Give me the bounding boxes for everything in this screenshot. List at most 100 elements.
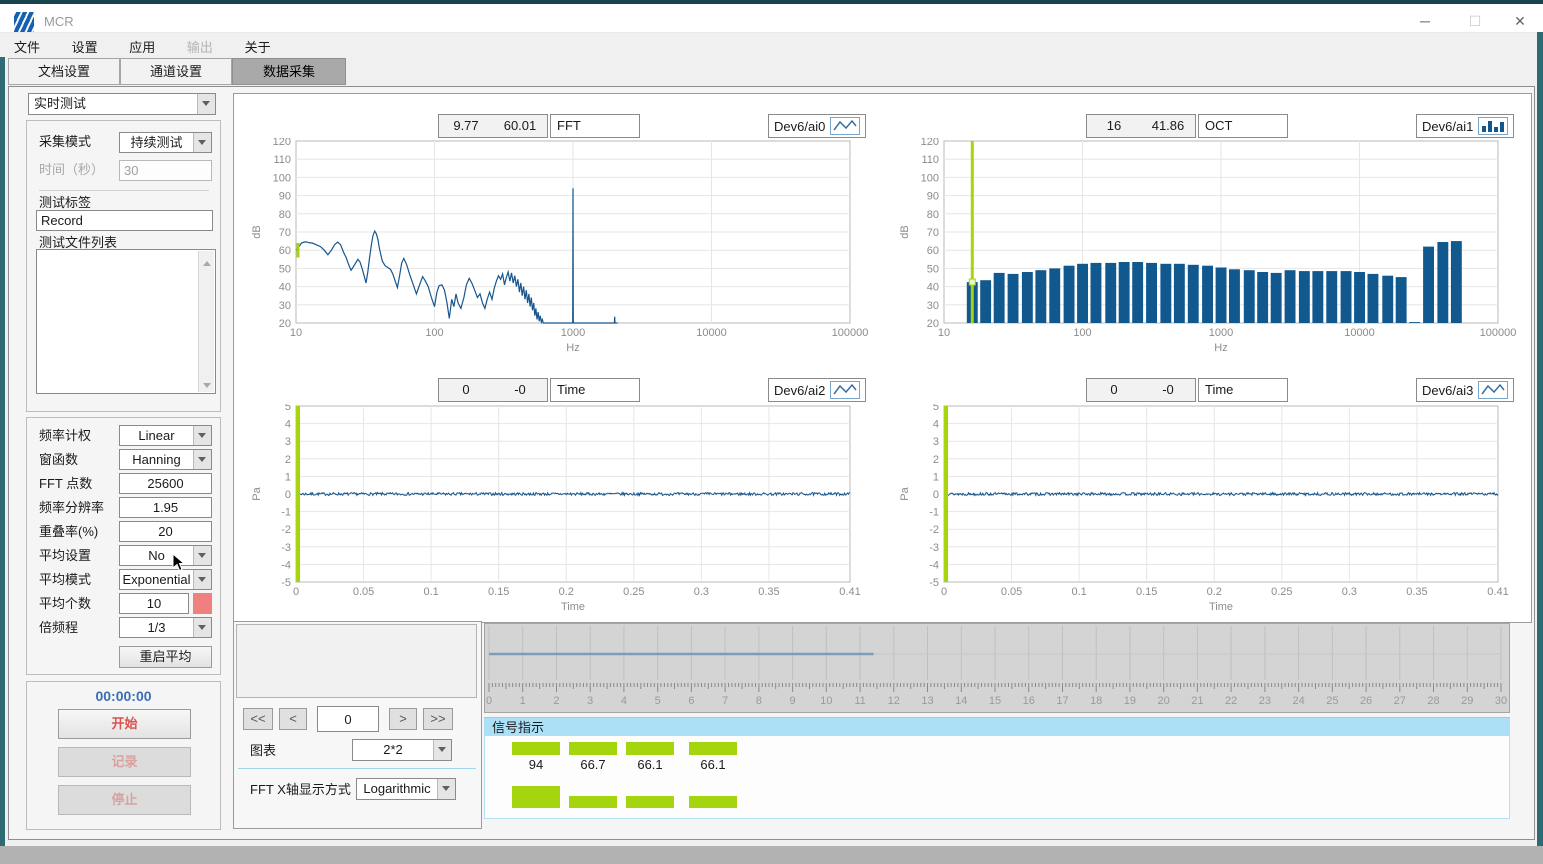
svg-text:80: 80: [927, 209, 939, 221]
svg-text:-5: -5: [929, 577, 939, 589]
timeline-track[interactable]: 0123456789101112131415161718192021222324…: [484, 623, 1510, 713]
charts-panel: 9.77 60.01 FFT Dev6/ai0 2030405060708090…: [233, 93, 1532, 623]
menu-about[interactable]: 关于: [231, 33, 285, 58]
signal-level-bar: [689, 742, 737, 755]
svg-text:-4: -4: [281, 559, 291, 571]
svg-text:15: 15: [989, 695, 1001, 707]
channel-selector[interactable]: Dev6/ai0: [768, 114, 866, 138]
svg-text:-1: -1: [929, 507, 939, 519]
average-count-label: 平均个数: [39, 593, 91, 614]
menu-application[interactable]: 应用: [115, 33, 169, 58]
svg-text:10000: 10000: [1344, 327, 1375, 339]
tab-channel-settings[interactable]: 通道设置: [120, 58, 232, 85]
signal-indicator-body: 94 66.7 66.1 66.1: [484, 736, 1510, 819]
window-border-right: [1537, 32, 1543, 846]
tab-document-settings[interactable]: 文档设置: [8, 58, 120, 85]
chevron-down-icon: [433, 740, 451, 760]
svg-text:1000: 1000: [561, 327, 585, 339]
svg-text:18: 18: [1090, 695, 1102, 707]
chart-type-field[interactable]: Time: [550, 378, 640, 402]
svg-text:10: 10: [938, 327, 950, 339]
svg-text:11: 11: [854, 695, 865, 707]
svg-text:2: 2: [285, 454, 291, 466]
svg-text:30: 30: [1495, 695, 1507, 707]
svg-text:1: 1: [933, 471, 939, 483]
nav-next-button[interactable]: >: [389, 708, 417, 730]
menu-file[interactable]: 文件: [0, 33, 54, 58]
overlap-field[interactable]: [119, 521, 212, 542]
channel-label: Dev6/ai2: [774, 383, 825, 398]
menu-settings[interactable]: 设置: [58, 33, 112, 58]
scrollbar[interactable]: [198, 251, 214, 392]
channel-label: Dev6/ai1: [1422, 119, 1473, 134]
svg-text:110: 110: [273, 154, 291, 166]
fft-points-field[interactable]: [119, 473, 212, 494]
svg-text:0: 0: [293, 586, 299, 598]
oct-plot[interactable]: 2030405060708090100110120101001000100001…: [882, 138, 1530, 376]
svg-text:0.35: 0.35: [1406, 586, 1427, 598]
time-seconds-field: [119, 160, 212, 181]
channel-selector[interactable]: Dev6/ai2: [768, 378, 866, 402]
timeline-ruler[interactable]: 0123456789101112131415161718192021222324…: [485, 624, 1507, 710]
channel-selector[interactable]: Dev6/ai3: [1416, 378, 1514, 402]
chart-layout-select[interactable]: 2*2: [352, 739, 452, 761]
cursor-x-value: 9.77: [439, 115, 493, 137]
octave-select[interactable]: 1/3: [119, 617, 212, 638]
svg-text:5: 5: [655, 695, 661, 707]
chevron-down-icon: [193, 618, 211, 637]
svg-text:25: 25: [1326, 695, 1338, 707]
svg-text:19: 19: [1124, 695, 1136, 707]
maximize-button[interactable]: ☐: [1460, 12, 1490, 30]
svg-text:7: 7: [722, 695, 728, 707]
time-plot[interactable]: -5-4-3-2-101234500.050.10.150.20.250.30.…: [234, 404, 882, 622]
window-function-label: 窗函数: [39, 449, 78, 470]
svg-text:0: 0: [941, 586, 947, 598]
chevron-down-icon: [197, 94, 215, 114]
freq-weighting-select[interactable]: Linear: [119, 425, 212, 446]
restart-average-button[interactable]: 重启平均: [119, 646, 212, 668]
start-button[interactable]: 开始: [58, 709, 191, 739]
minimize-button[interactable]: ─: [1410, 12, 1440, 30]
chart-type-field[interactable]: FFT: [550, 114, 640, 138]
test-tag-field[interactable]: [36, 210, 213, 231]
nav-last-button[interactable]: >>: [423, 708, 453, 730]
svg-text:-3: -3: [281, 542, 291, 554]
test-file-listbox[interactable]: [36, 249, 216, 394]
cursor-x-value: 0: [1087, 379, 1141, 401]
cursor-y-value: -0: [493, 379, 547, 401]
chart-type-field[interactable]: Time: [1198, 378, 1288, 402]
signal-level-bar: [626, 742, 674, 755]
svg-text:Hz: Hz: [566, 342, 579, 354]
measure-mode-select[interactable]: 实时测试: [28, 93, 216, 115]
svg-text:10: 10: [820, 695, 832, 707]
average-mode-select[interactable]: Exponential: [119, 569, 212, 590]
window-function-select[interactable]: Hanning: [119, 449, 212, 470]
time-plot[interactable]: -5-4-3-2-101234500.050.10.150.20.250.30.…: [882, 404, 1530, 622]
fft-xaxis-mode-select[interactable]: Logarithmic: [356, 778, 456, 800]
fft-plot[interactable]: 2030405060708090100110120101001000100001…: [234, 138, 882, 376]
cursor-readout: 9.77 60.01: [438, 114, 548, 138]
average-count-field[interactable]: [119, 593, 189, 614]
scroll-up-icon[interactable]: [199, 251, 214, 267]
chevron-down-icon: [193, 450, 211, 469]
scroll-down-icon[interactable]: [199, 376, 214, 392]
freq-resolution-field[interactable]: [119, 497, 212, 518]
svg-text:9: 9: [790, 695, 796, 707]
chart-layout-label: 图表: [250, 740, 276, 761]
window-border-left: [0, 57, 5, 846]
signal-level-bar: [689, 796, 737, 808]
chart-type-field[interactable]: OCT: [1198, 114, 1288, 138]
page-index-field[interactable]: [317, 706, 379, 732]
nav-first-button[interactable]: <<: [243, 708, 273, 730]
average-setting-select[interactable]: No: [119, 545, 212, 566]
analysis-groupbox: 频率计权 Linear 窗函数 Hanning FFT 点数 频率分辨率 重叠率…: [26, 417, 221, 675]
nav-prev-button[interactable]: <: [279, 708, 307, 730]
window-border-bottom: [0, 846, 1543, 864]
svg-text:0.15: 0.15: [488, 586, 509, 598]
tab-data-acquisition[interactable]: 数据采集: [232, 58, 346, 85]
fft-points-label: FFT 点数: [39, 473, 92, 494]
close-button[interactable]: ✕: [1505, 12, 1535, 30]
acquisition-mode-select[interactable]: 持续测试: [119, 132, 212, 153]
mouse-cursor: [172, 553, 186, 573]
channel-selector[interactable]: Dev6/ai1: [1416, 114, 1514, 138]
